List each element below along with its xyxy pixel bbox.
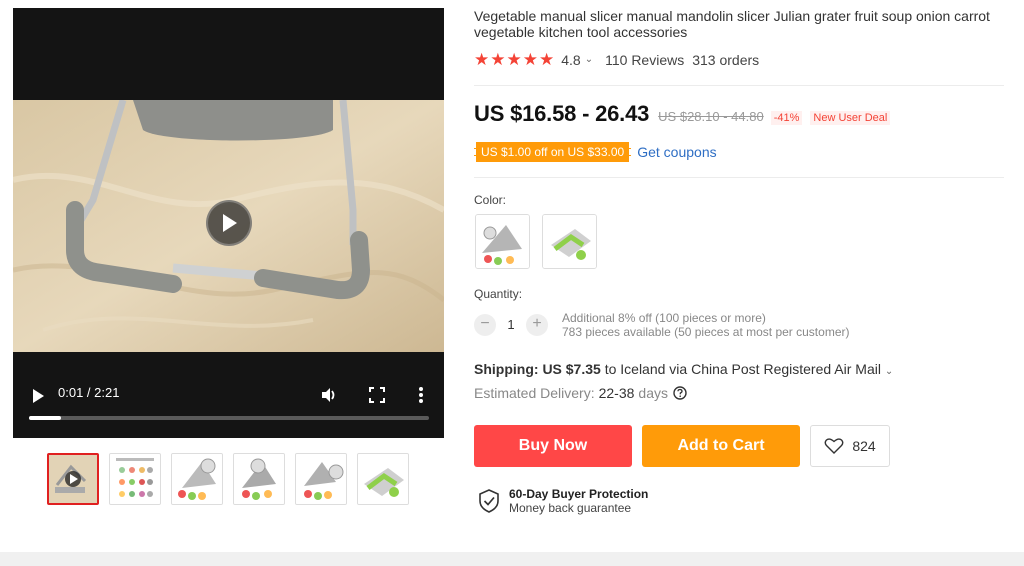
increase-quantity-button[interactable]: +	[526, 314, 548, 336]
play-icon	[223, 214, 237, 232]
shipping-label: Shipping:	[474, 361, 539, 377]
color-option-2[interactable]	[542, 214, 597, 269]
thumbnail-5[interactable]	[295, 453, 347, 505]
heart-icon	[824, 438, 844, 454]
discount-badge: -41%	[770, 111, 803, 125]
fullscreen-icon[interactable]	[368, 386, 386, 404]
thumbnail-2[interactable]	[109, 453, 161, 505]
decrease-quantity-button[interactable]: −	[474, 314, 496, 336]
add-to-cart-button[interactable]: Add to Cart	[642, 425, 800, 467]
more-options-icon[interactable]	[414, 385, 428, 405]
divider	[474, 177, 1004, 178]
reviews-link[interactable]: 110 Reviews	[605, 52, 684, 68]
color-options	[475, 214, 597, 269]
video-progress-fill	[29, 416, 61, 420]
orders-count: 313 orders	[692, 51, 760, 68]
video-progress-bar[interactable]	[29, 416, 429, 420]
original-price: US $28.10 - 44.80	[658, 109, 764, 124]
color-label: Color:	[474, 193, 507, 207]
star-icon: ★	[522, 50, 538, 69]
page-footer-band	[0, 552, 1024, 566]
star-icon: ★	[490, 50, 506, 69]
buyer-protection: 60-Day Buyer Protection Money back guara…	[478, 487, 648, 515]
thumbnail-video[interactable]	[47, 453, 99, 505]
thumbnail-4[interactable]	[233, 453, 285, 505]
video-player[interactable]: 0:01 / 2:21	[13, 8, 444, 438]
chevron-down-icon: ⌄	[884, 366, 894, 377]
coupon-tag[interactable]: US $1.00 off on US $33.00	[474, 142, 632, 162]
rating-value[interactable]: 4.8	[561, 52, 580, 68]
star-icon: ★	[474, 50, 490, 69]
divider	[474, 85, 1004, 86]
thumbnail-3[interactable]	[171, 453, 223, 505]
product-page: 0:01 / 2:21 Vegetable manual slicer manu…	[0, 0, 1024, 566]
current-price: US $16.58 - 26.43	[474, 101, 650, 126]
video-controls: 0:01 / 2:21	[13, 374, 444, 438]
delivery-label: Estimated Delivery:	[474, 385, 595, 401]
delivery-range: 22-38	[598, 385, 635, 401]
big-play-button[interactable]	[206, 200, 252, 246]
rating-row: ★ ★ ★ ★ ★ 4.8 ⌄ 110 Reviews 313 orders	[474, 51, 759, 68]
volume-icon[interactable]	[320, 386, 338, 404]
price-row: US $16.58 - 26.43 US $28.10 - 44.80 -41%…	[474, 101, 898, 127]
delivery-unit: days	[638, 385, 668, 401]
video-time: 0:01 / 2:21	[58, 385, 120, 400]
quantity-stepper: − 1 + Additional 8% off (100 pieces or m…	[474, 311, 849, 339]
image-thumbnails	[47, 453, 409, 505]
coupon-row: US $1.00 off on US $33.00 Get coupons	[474, 142, 717, 162]
play-icon[interactable]	[30, 388, 46, 404]
product-title: Vegetable manual slicer manual mandolin …	[474, 8, 990, 40]
quantity-info: Additional 8% off (100 pieces or more) 7…	[562, 311, 849, 339]
color-option-1[interactable]	[475, 214, 530, 269]
thumbnail-6[interactable]	[357, 453, 409, 505]
shipping-cost: US $7.35	[542, 361, 601, 377]
new-user-deal-badge: New User Deal	[810, 111, 891, 125]
shield-check-icon	[479, 489, 499, 513]
wishlist-button[interactable]: 824	[810, 425, 890, 467]
protection-title: 60-Day Buyer Protection	[509, 487, 649, 501]
availability-note: 783 pieces available (50 pieces at most …	[562, 325, 850, 339]
quantity-input[interactable]: 1	[496, 317, 526, 332]
estimated-delivery: Estimated Delivery: 22-38 days	[474, 385, 687, 401]
shipping-info[interactable]: Shipping: US $7.35 to Iceland via China …	[474, 361, 893, 377]
chevron-down-icon[interactable]: ⌄	[585, 54, 593, 65]
buy-now-button[interactable]: Buy Now	[474, 425, 632, 467]
bulk-discount-note: Additional 8% off (100 pieces or more)	[562, 311, 766, 325]
star-rating: ★ ★ ★ ★ ★	[474, 51, 554, 68]
star-icon: ★	[539, 50, 555, 69]
shipping-destination: to Iceland via China Post Registered Air…	[604, 361, 881, 377]
help-icon[interactable]	[673, 386, 687, 400]
quantity-label: Quantity:	[474, 287, 523, 301]
wishlist-count: 824	[852, 438, 876, 454]
protection-subtitle: Money back guarantee	[509, 501, 632, 515]
star-icon: ★	[506, 50, 522, 69]
get-coupons-link[interactable]: Get coupons	[637, 144, 716, 160]
